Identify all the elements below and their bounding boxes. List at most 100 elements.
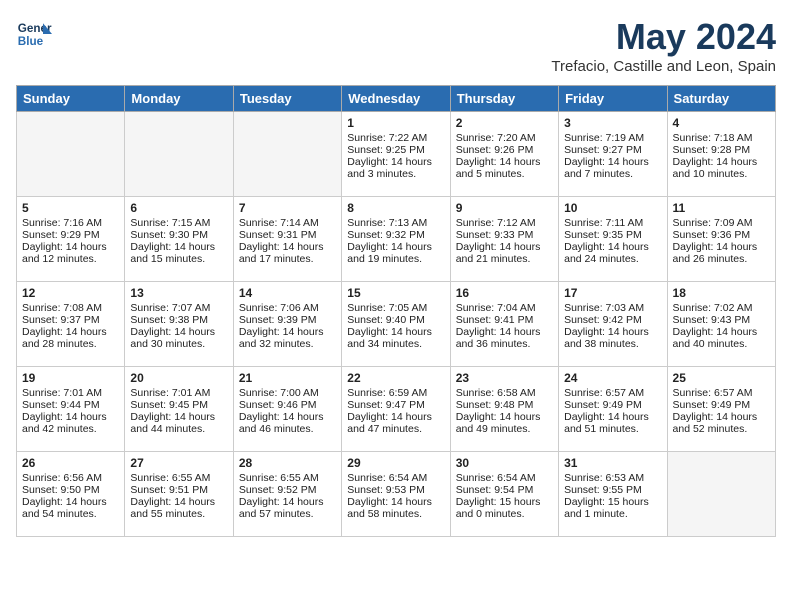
calendar-cell: 14Sunrise: 7:06 AMSunset: 9:39 PMDayligh…	[233, 282, 341, 367]
day-number: 22	[347, 371, 444, 385]
day-of-week-friday: Friday	[559, 86, 667, 112]
sunrise: Sunrise: 7:14 AM	[239, 217, 336, 229]
day-number: 4	[673, 116, 770, 130]
day-number: 9	[456, 201, 553, 215]
day-number: 5	[22, 201, 119, 215]
logo-icon: General Blue	[16, 16, 52, 52]
calendar-cell	[17, 112, 125, 197]
day-number: 20	[130, 371, 227, 385]
day-number: 6	[130, 201, 227, 215]
daylight-hours: Daylight: 14 hours and 12 minutes.	[22, 241, 119, 265]
calendar-cell	[667, 452, 775, 537]
calendar-cell: 29Sunrise: 6:54 AMSunset: 9:53 PMDayligh…	[342, 452, 450, 537]
day-number: 7	[239, 201, 336, 215]
sunset: Sunset: 9:53 PM	[347, 484, 444, 496]
calendar-cell: 9Sunrise: 7:12 AMSunset: 9:33 PMDaylight…	[450, 197, 558, 282]
daylight-hours: Daylight: 14 hours and 40 minutes.	[673, 326, 770, 350]
calendar-cell: 17Sunrise: 7:03 AMSunset: 9:42 PMDayligh…	[559, 282, 667, 367]
day-of-week-tuesday: Tuesday	[233, 86, 341, 112]
sunrise: Sunrise: 6:53 AM	[564, 472, 661, 484]
sunset: Sunset: 9:54 PM	[456, 484, 553, 496]
calendar-cell: 7Sunrise: 7:14 AMSunset: 9:31 PMDaylight…	[233, 197, 341, 282]
sunrise: Sunrise: 7:01 AM	[130, 387, 227, 399]
sunset: Sunset: 9:43 PM	[673, 314, 770, 326]
week-row-4: 19Sunrise: 7:01 AMSunset: 9:44 PMDayligh…	[17, 367, 776, 452]
sunrise: Sunrise: 7:18 AM	[673, 132, 770, 144]
calendar-cell: 19Sunrise: 7:01 AMSunset: 9:44 PMDayligh…	[17, 367, 125, 452]
sunset: Sunset: 9:52 PM	[239, 484, 336, 496]
day-number: 30	[456, 456, 553, 470]
sunrise: Sunrise: 6:55 AM	[130, 472, 227, 484]
day-number: 1	[347, 116, 444, 130]
daylight-hours: Daylight: 14 hours and 49 minutes.	[456, 411, 553, 435]
sunset: Sunset: 9:41 PM	[456, 314, 553, 326]
day-number: 19	[22, 371, 119, 385]
daylight-hours: Daylight: 14 hours and 36 minutes.	[456, 326, 553, 350]
sunset: Sunset: 9:55 PM	[564, 484, 661, 496]
day-of-week-saturday: Saturday	[667, 86, 775, 112]
svg-text:Blue: Blue	[18, 35, 44, 48]
daylight-hours: Daylight: 14 hours and 3 minutes.	[347, 156, 444, 180]
day-number: 16	[456, 286, 553, 300]
daylight-hours: Daylight: 14 hours and 57 minutes.	[239, 496, 336, 520]
sunset: Sunset: 9:45 PM	[130, 399, 227, 411]
calendar-cell: 25Sunrise: 6:57 AMSunset: 9:49 PMDayligh…	[667, 367, 775, 452]
sunrise: Sunrise: 7:05 AM	[347, 302, 444, 314]
sunrise: Sunrise: 6:56 AM	[22, 472, 119, 484]
daylight-hours: Daylight: 14 hours and 32 minutes.	[239, 326, 336, 350]
sunset: Sunset: 9:36 PM	[673, 229, 770, 241]
sunrise: Sunrise: 6:55 AM	[239, 472, 336, 484]
sunrise: Sunrise: 7:16 AM	[22, 217, 119, 229]
title-block: May 2024 Trefacio, Castille and Leon, Sp…	[551, 16, 776, 75]
sunset: Sunset: 9:29 PM	[22, 229, 119, 241]
calendar-cell: 1 Sunrise: 7:22 AMSunset: 9:25 PMDaylight…	[342, 112, 450, 197]
sunrise: Sunrise: 7:00 AM	[239, 387, 336, 399]
sunset: Sunset: 9:48 PM	[456, 399, 553, 411]
day-number: 11	[673, 201, 770, 215]
sunrise: Sunrise: 7:09 AM	[673, 217, 770, 229]
sunset: Sunset: 9:30 PM	[130, 229, 227, 241]
page-header: General Blue May 2024 Trefacio, Castille…	[16, 16, 776, 75]
sunset: Sunset: 9:51 PM	[130, 484, 227, 496]
sunrise: Sunrise: 7:22 AM	[347, 132, 444, 144]
sunrise: Sunrise: 7:02 AM	[673, 302, 770, 314]
week-row-3: 12 Sunrise: 7:08 AMSunset: 9:37 PM Dayligh…	[17, 282, 776, 367]
day-number: 3	[564, 116, 661, 130]
daylight-hours: Daylight: 14 hours and 24 minutes.	[564, 241, 661, 265]
daylight-hours: Daylight: 14 hours and 51 minutes.	[564, 411, 661, 435]
day-number: 17	[564, 286, 661, 300]
calendar-cell: 26Sunrise: 6:56 AMSunset: 9:50 PMDayligh…	[17, 452, 125, 537]
sunrise: Sunrise: 7:03 AM	[564, 302, 661, 314]
sunrise: Sunrise: 7:08 AM	[22, 302, 119, 314]
sunset: Sunset: 9:44 PM	[22, 399, 119, 411]
calendar-cell: 15Sunrise: 7:05 AMSunset: 9:40 PMDayligh…	[342, 282, 450, 367]
calendar-cell: 30Sunrise: 6:54 AMSunset: 9:54 PMDayligh…	[450, 452, 558, 537]
calendar-cell: 5 Sunrise: 7:16 AMSunset: 9:29 PMDaylight…	[17, 197, 125, 282]
calendar-cell: 2Sunrise: 7:20 AMSunset: 9:26 PMDaylight…	[450, 112, 558, 197]
daylight-hours: Daylight: 15 hours and 1 minute.	[564, 496, 661, 520]
day-number: 23	[456, 371, 553, 385]
sunset: Sunset: 9:37 PM	[22, 314, 119, 326]
sunrise: Sunrise: 7:07 AM	[130, 302, 227, 314]
day-number: 26	[22, 456, 119, 470]
day-of-week-monday: Monday	[125, 86, 233, 112]
sunrise: Sunrise: 6:54 AM	[456, 472, 553, 484]
calendar-cell: 12Sunrise: 7:08 AMSunset: 9:37 PMDayligh…	[17, 282, 125, 367]
daylight-hours: Daylight: 14 hours and 42 minutes.	[22, 411, 119, 435]
daylight-hours: Daylight: 14 hours and 26 minutes.	[673, 241, 770, 265]
day-number: 18	[673, 286, 770, 300]
sunset: Sunset: 9:25 PM	[347, 144, 444, 156]
sunset: Sunset: 9:35 PM	[564, 229, 661, 241]
sunset: Sunset: 9:38 PM	[130, 314, 227, 326]
daylight-hours: Daylight: 14 hours and 5 minutes.	[456, 156, 553, 180]
calendar-cell: 8Sunrise: 7:13 AMSunset: 9:32 PMDaylight…	[342, 197, 450, 282]
daylight-hours: Daylight: 14 hours and 34 minutes.	[347, 326, 444, 350]
day-number: 29	[347, 456, 444, 470]
sunset: Sunset: 9:28 PM	[673, 144, 770, 156]
daylight-hours: Daylight: 14 hours and 7 minutes.	[564, 156, 661, 180]
sunset: Sunset: 9:32 PM	[347, 229, 444, 241]
calendar-cell: 3Sunrise: 7:19 AMSunset: 9:27 PMDaylight…	[559, 112, 667, 197]
day-number: 12	[22, 286, 119, 300]
day-number: 27	[130, 456, 227, 470]
daylight-hours: Daylight: 14 hours and 58 minutes.	[347, 496, 444, 520]
